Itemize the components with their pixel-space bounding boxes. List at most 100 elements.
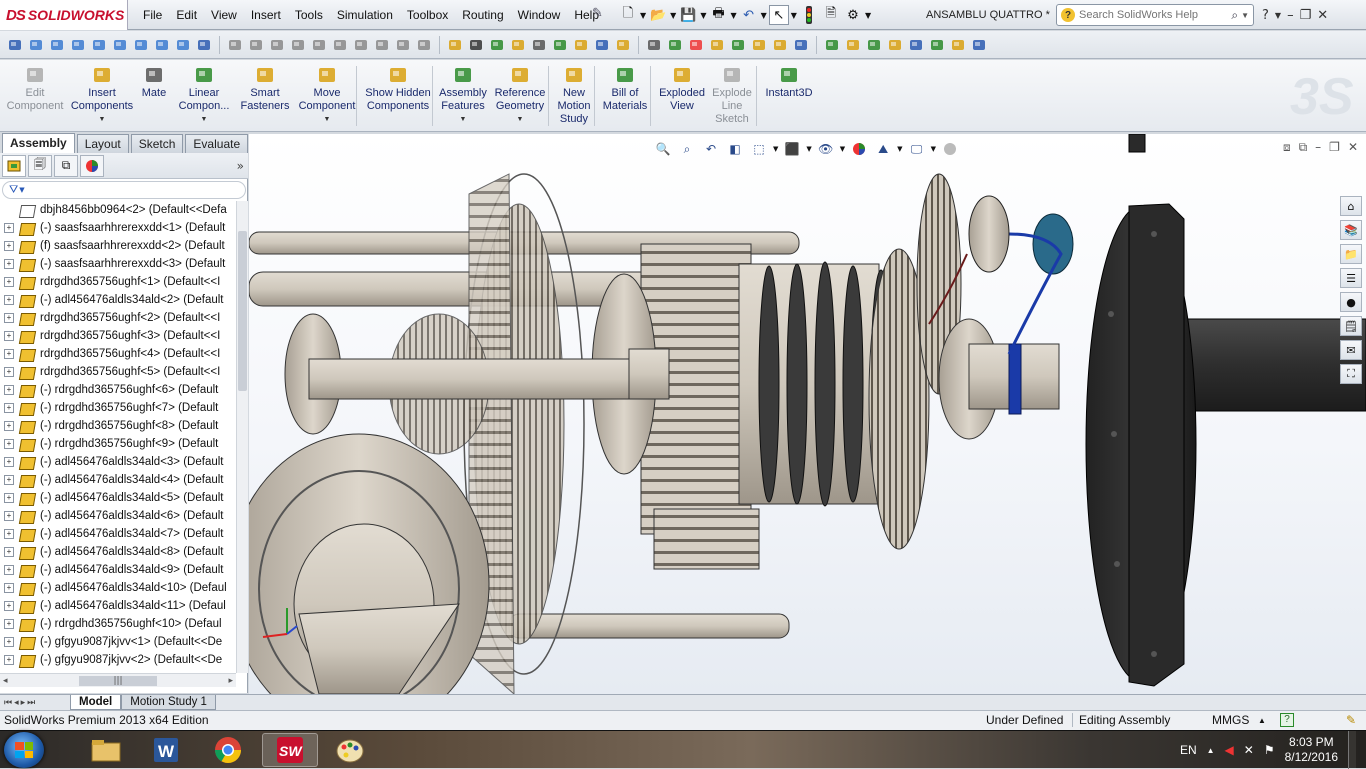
- next-tab-icon[interactable]: ▸: [21, 698, 26, 708]
- assembly-features-button[interactable]: Assembly Features ▼: [436, 66, 490, 126]
- select-arrow-icon[interactable]: ↖: [768, 5, 789, 25]
- expand-toggle-icon[interactable]: +: [4, 655, 14, 665]
- chevron-up-icon[interactable]: ▲: [1258, 716, 1266, 725]
- view-settings-icon[interactable]: 🖵: [907, 139, 927, 159]
- expand-toggle-icon[interactable]: +: [4, 619, 14, 629]
- word-icon[interactable]: W: [138, 733, 194, 767]
- menu-tools[interactable]: Tools: [288, 0, 330, 30]
- component-tool-icon[interactable]: [467, 36, 485, 54]
- tree-item[interactable]: + (-) saasfsaarhhrerexxdd<3> (Default: [0, 255, 236, 273]
- cube-back-icon[interactable]: [48, 36, 66, 54]
- tree-item[interactable]: + (-) adl456476aldls34ald<4> (Default: [0, 471, 236, 489]
- expand-toggle-icon[interactable]: +: [4, 313, 14, 323]
- menu-toolbox[interactable]: Toolbox: [400, 0, 455, 30]
- chevron-down-icon[interactable]: ▼: [670, 11, 676, 20]
- chevron-down-icon[interactable]: ▼: [865, 11, 871, 20]
- expand-toggle-icon[interactable]: +: [4, 277, 14, 287]
- edit-part-icon[interactable]: [593, 36, 611, 54]
- help-status-icon[interactable]: ?: [1280, 713, 1294, 727]
- chevron-down-icon[interactable]: ▼: [296, 113, 358, 126]
- cube-dimetric-icon[interactable]: [174, 36, 192, 54]
- rotate-tool-icon[interactable]: [530, 36, 548, 54]
- tree-item[interactable]: + rdrgdhd365756ughf<1> (Default<<I: [0, 273, 236, 291]
- tree-item[interactable]: + (-) adl456476aldls34ald<7> (Default: [0, 525, 236, 543]
- appearances-icon[interactable]: ●: [1340, 292, 1362, 312]
- 3d-content-central-icon[interactable]: ⛶: [1340, 364, 1362, 384]
- chevron-down-icon[interactable]: ▼: [640, 11, 646, 20]
- pan-view-icon[interactable]: [352, 36, 370, 54]
- differential-housing[interactable]: [249, 433, 490, 694]
- search-input[interactable]: [1079, 9, 1232, 21]
- chevron-down-icon[interactable]: ▼: [436, 113, 490, 126]
- chevron-down-icon[interactable]: ▼: [840, 145, 845, 153]
- mate-tool-icon[interactable]: [446, 36, 464, 54]
- reference-geometry-button[interactable]: Reference Geometry ▼: [492, 66, 548, 126]
- lightweight-icon[interactable]: [823, 36, 841, 54]
- rotate-view-icon[interactable]: [331, 36, 349, 54]
- tree-horizontal-scrollbar[interactable]: ◂ ||| ▸: [0, 673, 236, 687]
- previous-view-icon[interactable]: ↶: [701, 139, 721, 159]
- tree-item[interactable]: + (-) adl456476aldls34ald<8> (Default: [0, 543, 236, 561]
- chevron-down-icon[interactable]: ▼: [761, 11, 767, 20]
- expand-toggle-icon[interactable]: +: [4, 241, 14, 251]
- zoom-view-icon[interactable]: [373, 36, 391, 54]
- mate-button[interactable]: Mate: [138, 66, 170, 100]
- tree-item[interactable]: + (-) saasfsaarhhrerexxdd<1> (Default: [0, 219, 236, 237]
- section-view-icon[interactable]: ◧: [725, 139, 745, 159]
- options-gear-icon[interactable]: ⚙: [843, 5, 863, 25]
- expand-toggle-icon[interactable]: +: [4, 295, 14, 305]
- expand-toggle-icon[interactable]: +: [4, 259, 14, 269]
- move-component-button[interactable]: Move Component ▼: [296, 66, 358, 126]
- tree-item[interactable]: + rdrgdhd365756ughf<2> (Default<<I: [0, 309, 236, 327]
- tree-item[interactable]: + (-) rdrgdhd365756ughf<8> (Default: [0, 417, 236, 435]
- pin-icon[interactable]: ✎: [592, 6, 603, 21]
- expand-toggle-icon[interactable]: +: [4, 367, 14, 377]
- chevron-down-icon[interactable]: ▼: [176, 113, 232, 126]
- edit-component-button[interactable]: Edit Component: [4, 66, 66, 113]
- start-button[interactable]: [4, 732, 44, 768]
- search-help-box[interactable]: ? ⌕ ▼: [1056, 4, 1254, 26]
- insert-components-button[interactable]: Insert Components ▼: [70, 66, 134, 126]
- move-tool-icon[interactable]: [509, 36, 527, 54]
- chevron-down-icon[interactable]: ▼: [806, 145, 811, 153]
- zoom-to-fit-icon[interactable]: 🔍: [653, 139, 673, 159]
- volume-icon[interactable]: ◀: [1225, 743, 1234, 757]
- last-tab-icon[interactable]: ⏭: [27, 698, 35, 708]
- minimize-icon[interactable]: –: [1315, 140, 1321, 155]
- solidworks-icon[interactable]: SW: [262, 733, 318, 767]
- search-icon[interactable]: ⌕: [1231, 8, 1238, 23]
- chevron-down-icon[interactable]: ▼: [1241, 11, 1249, 20]
- restore-icon[interactable]: ❐: [1300, 8, 1312, 23]
- menu-file[interactable]: File: [136, 0, 169, 30]
- show-tool-icon[interactable]: [865, 36, 883, 54]
- first-tab-icon[interactable]: ⏮: [4, 698, 12, 708]
- expand-toggle-icon[interactable]: +: [4, 475, 14, 485]
- measure-tool-icon[interactable]: [666, 36, 684, 54]
- roll-view-icon[interactable]: [394, 36, 412, 54]
- section-plane-icon[interactable]: [415, 36, 433, 54]
- tree-item[interactable]: + (-) adl456476aldls34ald<9> (Default: [0, 561, 236, 579]
- tab-motion-study-1[interactable]: Motion Study 1: [121, 695, 216, 710]
- expand-toggle-icon[interactable]: +: [4, 439, 14, 449]
- rebuild-icon[interactable]: [799, 5, 819, 25]
- gear-pack[interactable]: [640, 243, 892, 570]
- expand-toggle-icon[interactable]: +: [4, 493, 14, 503]
- chevron-down-icon[interactable]: ▼: [19, 186, 24, 194]
- explode-tool-icon[interactable]: [729, 36, 747, 54]
- close-icon[interactable]: ✕: [1348, 140, 1358, 155]
- hide-tool-icon[interactable]: [844, 36, 862, 54]
- action-center-icon[interactable]: ⚑: [1264, 743, 1275, 757]
- isolate-icon[interactable]: [907, 36, 925, 54]
- display-pane-icon[interactable]: [708, 36, 726, 54]
- custom-properties-icon[interactable]: 🗒: [1340, 316, 1362, 336]
- tab-sketch[interactable]: Sketch: [130, 134, 184, 153]
- expand-toggle-icon[interactable]: +: [4, 223, 14, 233]
- tree-item[interactable]: + (-) adl456476aldls34ald<11> (Defaul: [0, 597, 236, 615]
- configuration-manager-tab[interactable]: ⧉: [54, 154, 78, 177]
- menu-edit[interactable]: Edit: [169, 0, 204, 30]
- chevron-down-icon[interactable]: ▼: [791, 11, 797, 20]
- expand-toggle-icon[interactable]: +: [4, 385, 14, 395]
- transparency-icon[interactable]: [886, 36, 904, 54]
- pattern-tool-icon[interactable]: [488, 36, 506, 54]
- instant3d-button[interactable]: Instant3D: [760, 66, 818, 100]
